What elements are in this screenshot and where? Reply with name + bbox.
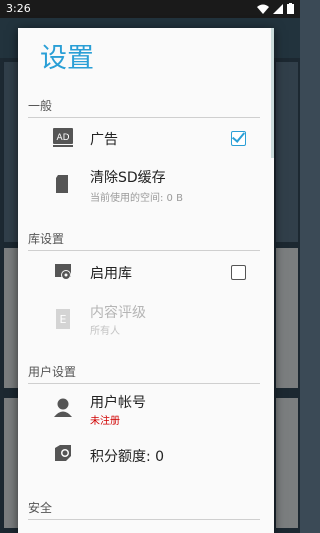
setting-user-account-sub: 未注册	[90, 416, 120, 427]
svg-text:AD: AD	[56, 133, 69, 143]
setting-clear-sd-cache[interactable]: 清除SD缓存 当前使用的空间: 0 B	[18, 165, 274, 205]
enable-library-checkbox[interactable]	[231, 265, 246, 280]
setting-clear-sd-sub: 当前使用的空间: 0 B	[90, 193, 183, 204]
user-icon	[54, 398, 72, 417]
ad-icon: AD	[53, 128, 73, 147]
sd-card-icon	[56, 175, 68, 193]
section-header-security: 安全	[28, 499, 260, 520]
status-time: 3:26	[6, 2, 31, 15]
ads-checkbox[interactable]	[231, 131, 246, 146]
svg-text:E: E	[60, 313, 67, 326]
wifi-icon	[257, 4, 269, 14]
status-bar: 3:26	[0, 0, 300, 18]
status-icons	[257, 3, 294, 14]
setting-content-rating[interactable]: E 内容评级 所有人	[18, 300, 274, 340]
setting-points[interactable]: 积分额度: 0	[18, 440, 274, 470]
signal-icon	[273, 3, 283, 14]
settings-dialog: 设置 一般 AD 广告 清除SD缓存 当前使用的空间: 0 B 库设置 启用库	[18, 28, 274, 533]
setting-ads-label: 广告	[90, 132, 118, 148]
section-header-library: 库设置	[28, 230, 260, 251]
points-icon	[55, 445, 71, 461]
section-header-user: 用户设置	[28, 363, 260, 384]
setting-enable-library-label: 启用库	[90, 266, 132, 282]
setting-ads[interactable]: AD 广告	[18, 124, 274, 154]
setting-points-label: 积分额度: 0	[90, 449, 165, 465]
dialog-title: 设置	[40, 43, 94, 74]
setting-enable-library[interactable]: 启用库	[18, 258, 274, 288]
setting-clear-sd-label: 清除SD缓存	[90, 170, 166, 186]
section-header-general: 一般	[28, 97, 260, 118]
setting-user-account[interactable]: 用户帐号 未注册	[18, 390, 274, 430]
battery-icon	[287, 3, 294, 14]
setting-content-rating-label: 内容评级	[90, 305, 146, 321]
setting-content-rating-sub: 所有人	[90, 326, 120, 337]
rating-icon: E	[56, 309, 70, 329]
library-settings-icon	[55, 264, 71, 280]
setting-user-account-label: 用户帐号	[90, 395, 146, 411]
